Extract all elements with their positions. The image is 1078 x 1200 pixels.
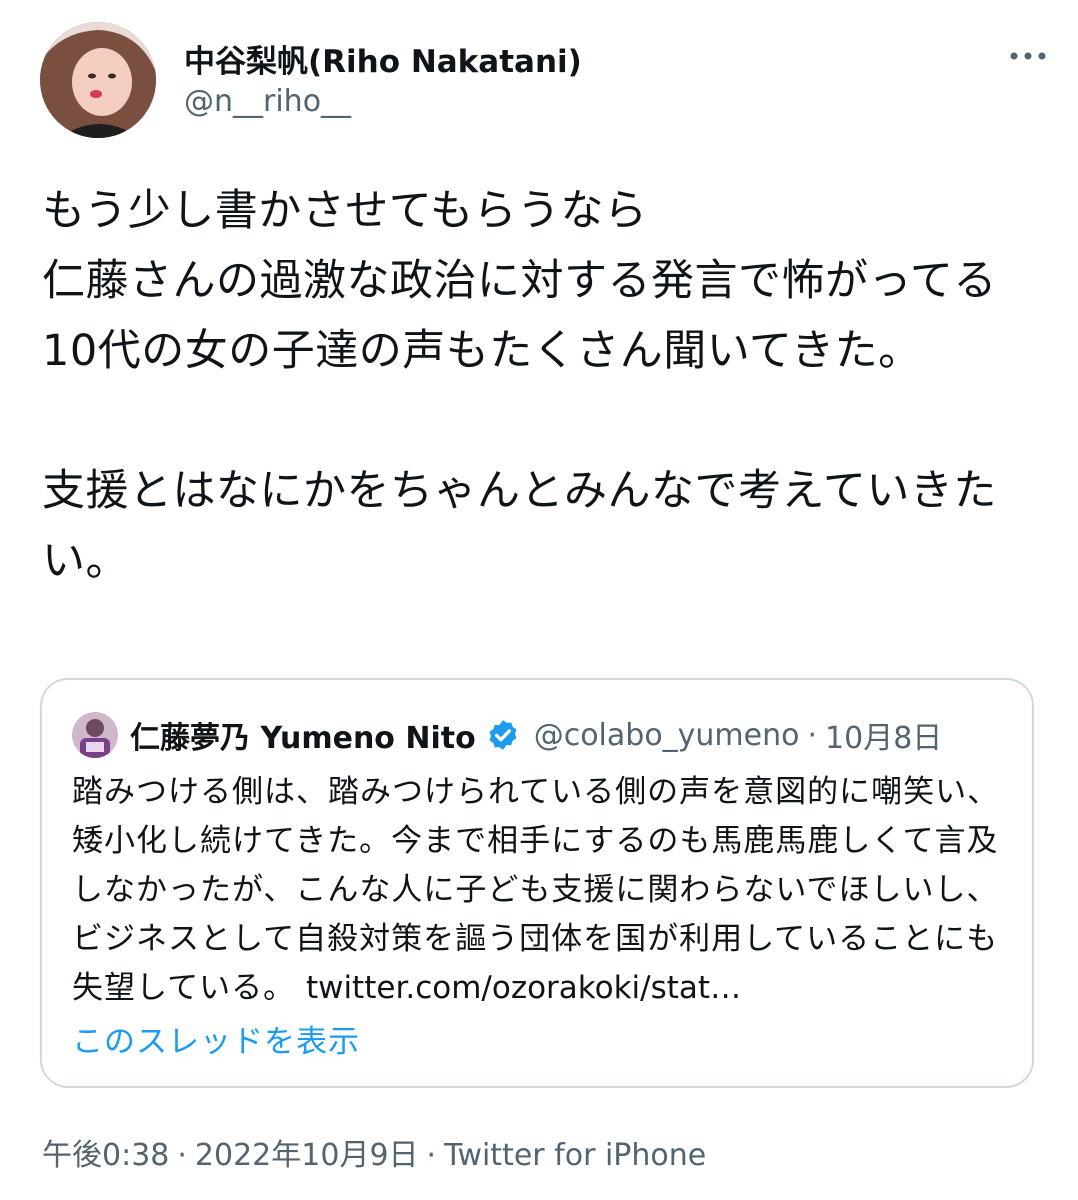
author-display-name[interactable]: 中谷梨帆(Riho Nakatani) (184, 36, 582, 81)
author-handle[interactable]: @n__riho__ (184, 84, 351, 119)
more-horizontal-icon[interactable] (1008, 44, 1048, 68)
quoted-author-handle: @colabo_yumeno (533, 717, 800, 753)
tweet-date[interactable]: 2022年10月9日 (195, 1138, 419, 1173)
quoted-tweet-header: 仁藤夢乃 Yumeno Nito @colabo_yumeno · 10月8日 (72, 710, 942, 760)
tweet-time[interactable]: 午後0:38 (42, 1138, 169, 1173)
quoted-author-name: 仁藤夢乃 Yumeno Nito (130, 721, 476, 756)
quoted-tweet-card[interactable]: 仁藤夢乃 Yumeno Nito @colabo_yumeno · 10月8日 … (40, 678, 1034, 1088)
verified-badge-icon (489, 720, 517, 750)
user-avatar-photo (40, 22, 156, 138)
tweet-source[interactable]: Twitter for iPhone (444, 1138, 706, 1173)
tweet-meta: 午後0:38 · 2022年10月9日 · Twitter for iPhone (42, 1130, 706, 1174)
quoted-tweet-link[interactable]: twitter.com/ozorakoki/stat… (306, 970, 741, 1006)
quoted-tweet-date: 10月8日 (825, 721, 943, 756)
meta-separator: · (177, 1138, 187, 1173)
quoted-header-separator: · (807, 717, 818, 753)
tweet-text: もう少し書かさせてもらうなら 仁藤さんの過激な政治に対する発言で怖がってる10代… (42, 186, 997, 586)
show-thread-link[interactable]: このスレッドを表示 (72, 1016, 360, 1061)
quoted-author-avatar (72, 712, 118, 758)
quoted-tweet-text: 踏みつける側は、踏みつけられている側の声を意図的に嘲笑い、矮小化し続けてきた。今… (72, 768, 1012, 1013)
author-avatar[interactable] (40, 22, 156, 138)
meta-separator-2: · (426, 1138, 437, 1173)
quoted-avatar-photo (72, 712, 118, 758)
